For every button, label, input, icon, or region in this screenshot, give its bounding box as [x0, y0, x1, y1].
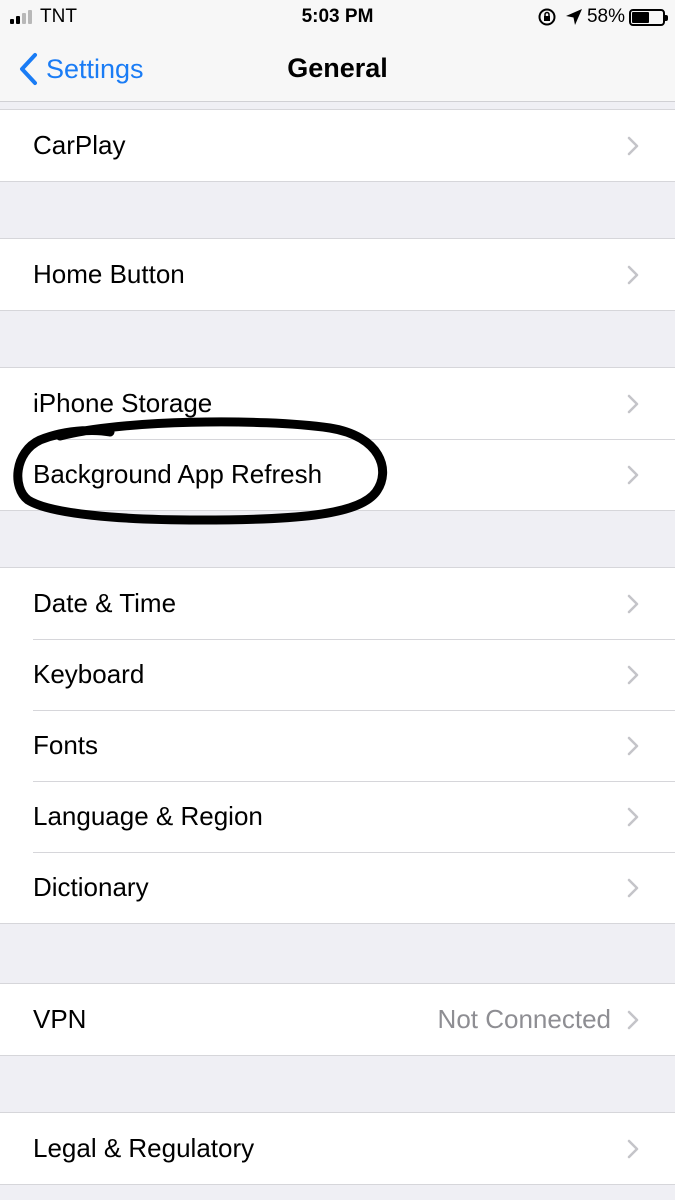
status-right: 58%: [537, 5, 668, 29]
row-carplay[interactable]: CarPlay: [0, 110, 675, 181]
chevron-right-icon: [627, 1139, 639, 1158]
settings-general-screen: TNT 5:03 PM 58% Settings General CarPlay…: [0, 0, 675, 1200]
page-title: General: [287, 53, 388, 83]
row-label: Fonts: [33, 730, 99, 760]
row-language-region[interactable]: Language & Region: [0, 781, 675, 852]
settings-group-vpn: VPN Not Connected: [0, 983, 675, 1056]
battery-icon: [629, 8, 668, 26]
chevron-right-icon: [627, 878, 639, 897]
row-label: Background App Refresh: [33, 459, 323, 489]
chevron-right-icon: [627, 465, 639, 484]
row-dictionary[interactable]: Dictionary: [0, 852, 675, 923]
row-vpn[interactable]: VPN Not Connected: [0, 984, 675, 1055]
row-home-button[interactable]: Home Button: [0, 239, 675, 310]
row-date-time[interactable]: Date & Time: [0, 568, 675, 639]
orientation-lock-icon: [537, 7, 557, 27]
row-label: Language & Region: [33, 801, 263, 831]
row-label: Keyboard: [33, 659, 145, 689]
row-label: Home Button: [33, 259, 185, 289]
row-background-app-refresh[interactable]: Background App Refresh: [0, 439, 675, 510]
settings-group-regional: Date & Time Keyboard Fonts Language & Re…: [0, 567, 675, 924]
settings-group-carplay: CarPlay: [0, 109, 675, 182]
settings-group-storage: iPhone Storage Background App Refresh: [0, 367, 675, 511]
row-keyboard[interactable]: Keyboard: [0, 639, 675, 710]
row-iphone-storage[interactable]: iPhone Storage: [0, 368, 675, 439]
chevron-right-icon: [627, 1010, 639, 1029]
row-label: Date & Time: [33, 588, 177, 618]
row-label: Legal & Regulatory: [33, 1133, 255, 1163]
chevron-right-icon: [627, 736, 639, 755]
chevron-right-icon: [627, 807, 639, 826]
battery-level-fill: [632, 11, 649, 23]
navigation-bar: Settings General: [0, 36, 675, 102]
row-label: VPN: [33, 1004, 87, 1034]
status-bar: TNT 5:03 PM 58%: [0, 0, 675, 36]
location-arrow-icon: [565, 8, 583, 26]
chevron-right-icon: [627, 136, 639, 155]
chevron-right-icon: [627, 265, 639, 284]
chevron-right-icon: [627, 594, 639, 613]
settings-group-legal: Legal & Regulatory: [0, 1112, 675, 1185]
row-label: Dictionary: [33, 872, 149, 902]
row-label: CarPlay: [33, 130, 126, 160]
battery-percent: 58%: [586, 6, 625, 27]
row-fonts[interactable]: Fonts: [0, 710, 675, 781]
row-legal-regulatory[interactable]: Legal & Regulatory: [0, 1113, 675, 1184]
row-label: iPhone Storage: [33, 388, 213, 418]
vpn-status: Not Connected: [437, 1004, 611, 1034]
chevron-right-icon: [627, 394, 639, 413]
settings-group-home-button: Home Button: [0, 238, 675, 311]
chevron-right-icon: [627, 665, 639, 684]
